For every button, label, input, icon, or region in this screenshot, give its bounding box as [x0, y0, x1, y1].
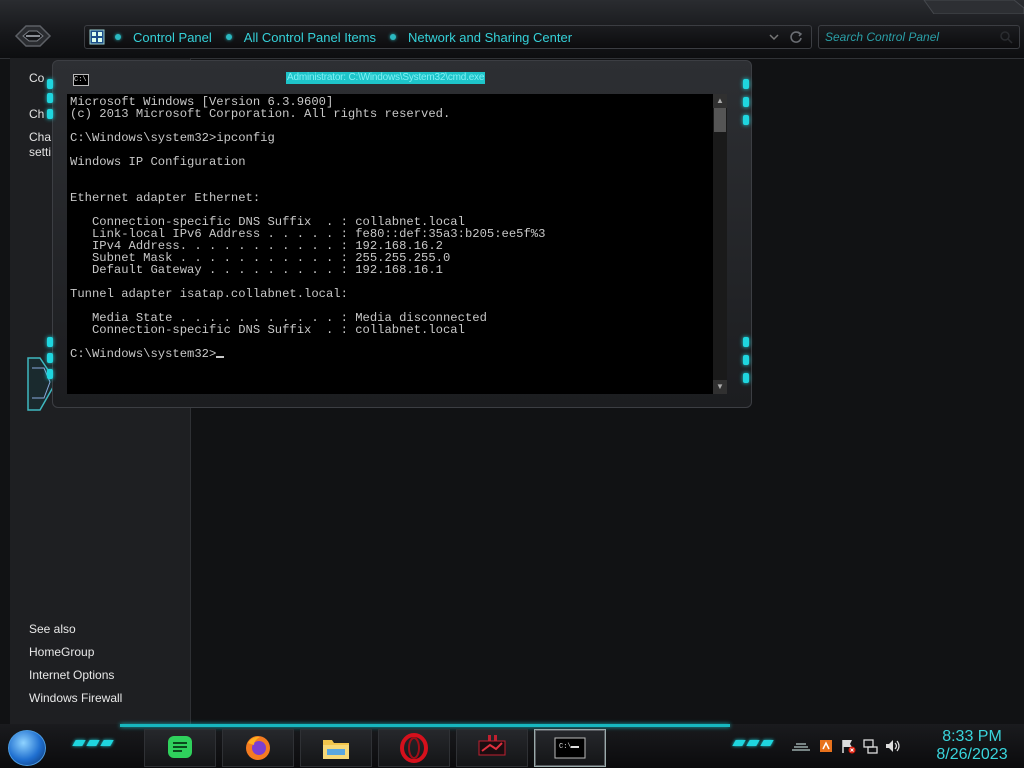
clock-date: 8/26/2023: [936, 746, 1008, 763]
volume-icon[interactable]: [884, 738, 902, 754]
console-title-bar[interactable]: C:\ Administrator: C:\Windows\System32\c…: [53, 61, 751, 95]
taskbar-app-opera[interactable]: [378, 729, 450, 767]
chat-bubble-icon: [168, 736, 192, 758]
frame-notch-icon: [47, 93, 53, 103]
folder-icon: [323, 740, 349, 759]
search-input[interactable]: [819, 26, 997, 48]
search-box[interactable]: [818, 25, 1020, 49]
console-output: Microsoft Windows [Version 6.3.9600] (c)…: [70, 95, 546, 361]
frame-corner-ornament: [923, 0, 1024, 14]
see-also-heading: See also: [29, 622, 76, 636]
breadcrumb-label[interactable]: Network and Sharing Center: [408, 30, 572, 45]
console-scrollbar[interactable]: ▲ ▼: [713, 94, 727, 394]
breadcrumb-label[interactable]: All Control Panel Items: [244, 30, 376, 45]
breadcrumb-separator-icon: [390, 34, 397, 40]
system-tray: [790, 738, 902, 756]
taskbar-app-firefox[interactable]: [222, 729, 294, 767]
taskbar-app-messaging[interactable]: [144, 729, 216, 767]
start-button[interactable]: [8, 730, 46, 766]
breadcrumb-network-sharing[interactable]: Network and Sharing Center: [390, 30, 572, 45]
see-also-windows-firewall-link[interactable]: Windows Firewall: [29, 691, 122, 705]
task-link-partial[interactable]: setti: [29, 145, 51, 159]
frame-notch-icon: [47, 79, 53, 89]
firefox-icon: [246, 736, 270, 760]
cmd-icon: C:\: [554, 737, 586, 759]
back-forward-emblem-icon[interactable]: [14, 22, 52, 50]
cmd-app-icon[interactable]: C:\: [73, 74, 89, 86]
see-also-internet-options-link[interactable]: Internet Options: [29, 668, 114, 682]
breadcrumb-all-items[interactable]: All Control Panel Items: [225, 30, 376, 45]
frame-notch-icon: [47, 337, 53, 347]
frame-notch-icon: [47, 353, 53, 363]
show-hidden-icons-icon[interactable]: [790, 738, 812, 754]
svg-text:C:\: C:\: [559, 743, 572, 751]
explorer-toolbar: Control Panel All Control Panel Items Ne…: [0, 0, 1024, 59]
taskbar-ornament-icon: [732, 740, 774, 746]
breadcrumb-separator-icon: [225, 34, 232, 40]
taskbar-clock[interactable]: 8:33 PM 8/26/2023: [930, 728, 1014, 764]
taskbar-app-red[interactable]: [456, 729, 528, 767]
opera-icon: [400, 733, 428, 763]
text-cursor: [216, 356, 225, 358]
taskbar-ornament-icon: [72, 740, 114, 746]
command-prompt-window[interactable]: C:\ Administrator: C:\Windows\System32\c…: [47, 60, 752, 408]
address-bar[interactable]: Control Panel All Control Panel Items Ne…: [84, 25, 812, 49]
see-also-homegroup-link[interactable]: HomeGroup: [29, 645, 94, 659]
task-link-partial[interactable]: Cha: [29, 130, 51, 144]
task-link-partial[interactable]: Ch: [29, 107, 44, 121]
clock-time: 8:33 PM: [942, 728, 1002, 745]
red-app-icon: [478, 735, 506, 756]
frame-notch-icon: [743, 355, 749, 365]
task-link-partial[interactable]: Co: [29, 71, 44, 85]
frame-notch-icon: [743, 97, 749, 107]
control-panel-icon: [89, 29, 105, 45]
console-output-area[interactable]: Microsoft Windows [Version 6.3.9600] (c)…: [67, 94, 727, 394]
taskbar-glow-line: [120, 724, 730, 727]
action-center-flag-icon[interactable]: [840, 738, 856, 754]
taskbar-app-file-explorer[interactable]: [300, 729, 372, 767]
frame-notch-icon: [743, 337, 749, 347]
breadcrumb-control-panel[interactable]: Control Panel: [115, 30, 212, 45]
scroll-down-arrow-icon[interactable]: ▼: [713, 380, 727, 394]
notification-icon[interactable]: [818, 738, 834, 754]
search-icon[interactable]: [999, 30, 1013, 44]
scroll-thumb[interactable]: [714, 108, 726, 132]
dropdown-arrow-icon[interactable]: [769, 33, 779, 41]
frame-notch-icon: [743, 79, 749, 89]
scroll-up-arrow-icon[interactable]: ▲: [713, 94, 727, 108]
network-icon[interactable]: [862, 738, 878, 754]
refresh-icon[interactable]: [789, 30, 803, 44]
frame-notch-icon: [47, 109, 53, 119]
taskbar-app-command-prompt[interactable]: C:\: [534, 729, 606, 767]
breadcrumb-label[interactable]: Control Panel: [133, 30, 212, 45]
frame-notch-icon: [47, 369, 53, 379]
breadcrumb-separator-icon: [115, 34, 121, 40]
console-window-title: Administrator: C:\Windows\System32\cmd.e…: [286, 72, 486, 84]
frame-notch-icon: [743, 373, 749, 383]
frame-notch-icon: [743, 115, 749, 125]
console-output-text: Microsoft Windows [Version 6.3.9600] (c)…: [70, 96, 545, 360]
